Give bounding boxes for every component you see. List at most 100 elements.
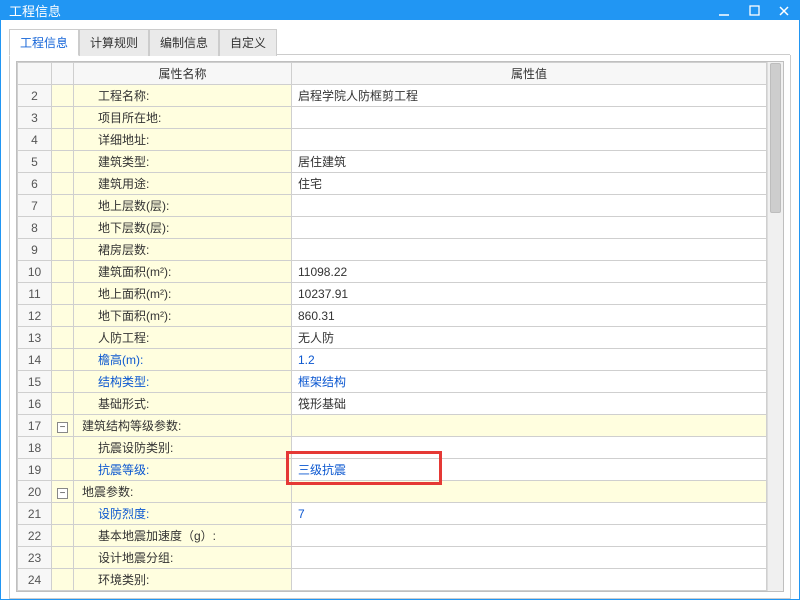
tab-compile-info[interactable]: 编制信息: [149, 29, 219, 56]
table-row[interactable]: 22 基本地震加速度（g）:: [18, 525, 767, 547]
row-number: 21: [18, 503, 52, 525]
scrollbar-thumb[interactable]: [770, 63, 781, 213]
row-number: 16: [18, 393, 52, 415]
table-row[interactable]: 11地上面积(m²):10237.91: [18, 283, 767, 305]
tree-cell: [52, 547, 74, 569]
tab-bar: 工程信息 计算规则 编制信息 自定义: [9, 29, 791, 56]
property-name: 环境类别:: [74, 569, 292, 591]
table-row[interactable]: 20−地震参数:: [18, 481, 767, 503]
row-number: 17: [18, 415, 52, 437]
property-value[interactable]: 住宅: [292, 173, 767, 195]
tree-cell: −: [52, 481, 74, 503]
col-value-header: 属性值: [292, 63, 767, 85]
table-row[interactable]: 17−建筑结构等级参数:: [18, 415, 767, 437]
table-row[interactable]: 4详细地址:: [18, 129, 767, 151]
property-value[interactable]: [292, 481, 767, 503]
table-row[interactable]: 18抗震设防类别:: [18, 437, 767, 459]
property-value[interactable]: [292, 569, 767, 591]
collapse-icon[interactable]: −: [57, 422, 68, 433]
table-row[interactable]: 8地下层数(层):: [18, 217, 767, 239]
property-value[interactable]: [292, 129, 767, 151]
table-row[interactable]: 10建筑面积(m²):11098.22: [18, 261, 767, 283]
row-number: 15: [18, 371, 52, 393]
property-name: 地上层数(层):: [74, 195, 292, 217]
property-name: 基本地震加速度（g）:: [74, 525, 292, 547]
tree-cell: [52, 129, 74, 151]
tree-cell: [52, 305, 74, 327]
property-value[interactable]: [292, 107, 767, 129]
property-value[interactable]: 筏形基础: [292, 393, 767, 415]
property-value[interactable]: 框架结构: [292, 371, 767, 393]
table-row[interactable]: 5建筑类型:居住建筑: [18, 151, 767, 173]
property-name: 地震参数:: [74, 481, 292, 503]
property-value[interactable]: [292, 195, 767, 217]
collapse-icon[interactable]: −: [57, 488, 68, 499]
window-title: 工程信息: [9, 1, 717, 20]
minimize-button[interactable]: [717, 4, 731, 18]
table-row[interactable]: 16 基础形式:筏形基础: [18, 393, 767, 415]
property-name: 结构类型:: [74, 371, 292, 393]
tab-custom[interactable]: 自定义: [219, 29, 277, 56]
property-value[interactable]: 三级抗震: [292, 459, 767, 481]
row-number: 8: [18, 217, 52, 239]
table-row[interactable]: 21设防烈度:7: [18, 503, 767, 525]
maximize-button[interactable]: [747, 4, 761, 18]
property-value[interactable]: [292, 437, 767, 459]
table-row[interactable]: 23设计地震分组:: [18, 547, 767, 569]
property-table: 属性名称 属性值 2工程名称:启程学院人防框剪工程3项目所在地:4详细地址:5建…: [17, 62, 767, 591]
property-value[interactable]: [292, 525, 767, 547]
row-number: 23: [18, 547, 52, 569]
tree-cell: [52, 195, 74, 217]
property-value[interactable]: [292, 547, 767, 569]
tree-cell: [52, 569, 74, 591]
property-name: 抗震设防类别:: [74, 437, 292, 459]
property-name: 抗震等级:: [74, 459, 292, 481]
property-value[interactable]: 居住建筑: [292, 151, 767, 173]
grid-viewport: 属性名称 属性值 2工程名称:启程学院人防框剪工程3项目所在地:4详细地址:5建…: [17, 62, 767, 591]
table-header-row: 属性名称 属性值: [18, 63, 767, 85]
property-value[interactable]: [292, 217, 767, 239]
col-tree-header: [52, 63, 74, 85]
tab-calc-rules[interactable]: 计算规则: [79, 29, 149, 56]
table-row[interactable]: 14檐高(m):1.2: [18, 349, 767, 371]
tree-cell: [52, 107, 74, 129]
property-value[interactable]: 7: [292, 503, 767, 525]
property-value[interactable]: 10237.91: [292, 283, 767, 305]
vertical-scrollbar[interactable]: [767, 62, 783, 591]
property-name: 建筑面积(m²):: [74, 261, 292, 283]
tree-cell: [52, 151, 74, 173]
property-value[interactable]: 启程学院人防框剪工程: [292, 85, 767, 107]
table-row[interactable]: 24环境类别:: [18, 569, 767, 591]
property-value[interactable]: [292, 415, 767, 437]
col-name-header: 属性名称: [74, 63, 292, 85]
table-row[interactable]: 6建筑用途:住宅: [18, 173, 767, 195]
table-row[interactable]: 9裙房层数:: [18, 239, 767, 261]
row-number: 3: [18, 107, 52, 129]
app-window: 工程信息 工程信息 计算规则 编制信息 自定义: [0, 0, 800, 600]
property-name: 地下面积(m²):: [74, 305, 292, 327]
property-value[interactable]: 860.31: [292, 305, 767, 327]
tab-project-info[interactable]: 工程信息: [9, 29, 79, 56]
close-button[interactable]: [777, 4, 791, 18]
property-value[interactable]: 无人防: [292, 327, 767, 349]
property-name: 地上面积(m²):: [74, 283, 292, 305]
table-row[interactable]: 3项目所在地:: [18, 107, 767, 129]
property-name: 建筑用途:: [74, 173, 292, 195]
row-number: 22: [18, 525, 52, 547]
table-row[interactable]: 13人防工程:无人防: [18, 327, 767, 349]
table-row[interactable]: 12地下面积(m²):860.31: [18, 305, 767, 327]
table-row[interactable]: 19抗震等级:三级抗震: [18, 459, 767, 481]
tree-cell: −: [52, 415, 74, 437]
tree-cell: [52, 85, 74, 107]
property-value[interactable]: [292, 239, 767, 261]
table-row[interactable]: 2工程名称:启程学院人防框剪工程: [18, 85, 767, 107]
property-name: 基础形式:: [74, 393, 292, 415]
tree-cell: [52, 173, 74, 195]
table-row[interactable]: 7地上层数(层):: [18, 195, 767, 217]
table-row[interactable]: 15 结构类型:框架结构: [18, 371, 767, 393]
property-name: 建筑类型:: [74, 151, 292, 173]
tree-cell: [52, 283, 74, 305]
property-value[interactable]: 1.2: [292, 349, 767, 371]
row-number: 4: [18, 129, 52, 151]
property-value[interactable]: 11098.22: [292, 261, 767, 283]
